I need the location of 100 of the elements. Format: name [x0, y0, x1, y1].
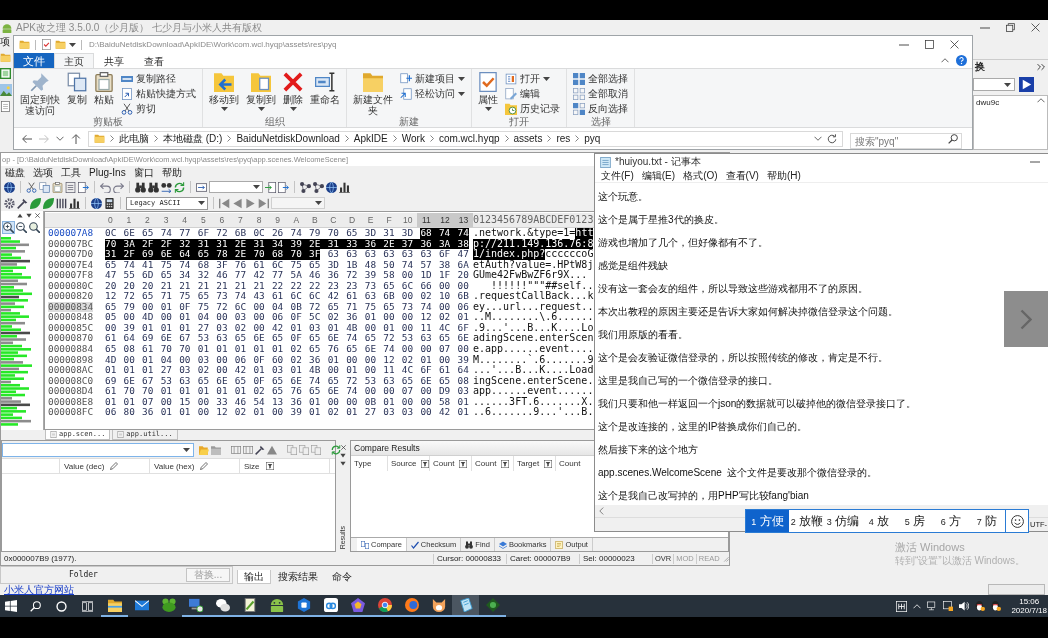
ribbon-button[interactable]: 打开 [503, 72, 562, 86]
first-icon[interactable] [219, 197, 230, 209]
ribbon-button[interactable]: 属性 [476, 71, 500, 112]
search-field[interactable]: 搜索"pyq" [850, 133, 962, 149]
export-icon[interactable] [278, 181, 289, 193]
copy-icon[interactable] [39, 181, 50, 193]
ribbon-tab[interactable]: 共享 [94, 53, 134, 68]
chevron-right-icon[interactable] [392, 135, 397, 142]
filter-icon[interactable] [459, 459, 468, 468]
restore-icon[interactable] [1006, 23, 1015, 32]
ribbon-button[interactable]: 新建文件夹 [351, 71, 395, 117]
clipboard-icon[interactable] [52, 181, 63, 193]
ribbon-button[interactable]: 复制到 [244, 71, 278, 112]
taskbar-button[interactable] [317, 595, 344, 617]
chevron-right-icon[interactable] [154, 135, 158, 142]
ribbon-button[interactable]: 轻松访问 [398, 87, 467, 101]
ribbon-button[interactable]: 编辑 [503, 87, 562, 101]
taskbar-button[interactable] [236, 595, 263, 617]
combo-field[interactable] [209, 181, 263, 193]
back-arrow-icon[interactable] [22, 133, 32, 144]
scissors-icon[interactable] [26, 181, 37, 193]
zoom-out-icon[interactable] [16, 221, 27, 233]
address-bar[interactable]: 此电脑 本地磁盘 (D:) BaiduNetdiskDownload ApkIDE Work com.wcl.hyqp assets res pyq [88, 130, 843, 147]
calculator-icon[interactable] [104, 197, 115, 209]
combo-field[interactable] [973, 78, 1015, 91]
goto-icon[interactable] [196, 181, 207, 193]
candidate-button[interactable]: 4 放 [861, 510, 897, 532]
breadcrumb-item[interactable]: res [556, 132, 571, 145]
filter-icon[interactable] [501, 459, 510, 468]
breadcrumb-item[interactable]: BaiduNetdiskDownload [236, 132, 340, 145]
ribbon-button[interactable]: 粘贴快捷方式 [119, 87, 198, 101]
ribbon-tab[interactable]: 主页 [54, 53, 94, 68]
combo-field[interactable] [271, 197, 325, 209]
panel-tab[interactable]: 搜索结果 [271, 570, 325, 584]
menu-item[interactable]: 帮助(H) [763, 170, 804, 182]
text-area[interactable]: dwu9c [973, 95, 1048, 150]
menu-item[interactable]: 查看(V) [722, 170, 762, 182]
breadcrumb-item[interactable]: Work [401, 132, 425, 145]
clipboard-icon[interactable] [65, 181, 76, 193]
chevron-right-icon[interactable] [429, 135, 434, 142]
go-button-icon[interactable] [1019, 77, 1034, 92]
close-icon[interactable] [1031, 23, 1040, 32]
ribbon-button[interactable]: 新建项目 [398, 72, 467, 86]
next-icon[interactable] [245, 197, 256, 209]
pencil-icon[interactable] [110, 462, 119, 470]
chevron-right-icon[interactable] [344, 135, 349, 142]
menu-item[interactable]: 选项 [29, 166, 57, 179]
caret-icon[interactable] [69, 42, 76, 47]
checklist-icon[interactable] [41, 39, 52, 50]
candidate-button[interactable]: 7 防 [969, 510, 1005, 532]
ribbon-button[interactable]: 全部选择 [571, 72, 630, 86]
breadcrumb-item[interactable]: ApkIDE [353, 132, 388, 145]
zoom-in-icon[interactable] [3, 221, 14, 233]
filter-icon[interactable] [544, 459, 553, 468]
ribbon-button[interactable]: 反向选择 [571, 102, 630, 116]
breadcrumb-item[interactable]: 此电脑 [119, 132, 149, 145]
ring-icon[interactable] [55, 600, 67, 612]
taskbar-button[interactable] [371, 595, 398, 617]
chevron-down-icon[interactable] [56, 136, 64, 141]
taskbar-button[interactable] [479, 595, 506, 617]
menu-item[interactable]: 窗口 [129, 166, 158, 179]
menu-item[interactable]: 编辑(E) [638, 170, 679, 182]
smiley-icon[interactable] [1010, 514, 1024, 528]
replace-icon[interactable] [161, 181, 172, 193]
candidate-button[interactable]: 3 仿编 [825, 510, 861, 532]
search-icon[interactable] [948, 133, 958, 144]
up-arrow-icon[interactable] [71, 133, 81, 144]
bar-chart-icon[interactable] [339, 181, 350, 193]
taskbar-button[interactable] [398, 595, 425, 617]
chevron-right-icon[interactable] [575, 135, 580, 142]
ribbon-button[interactable]: 全部取消 [571, 87, 630, 101]
taskbar-button[interactable] [452, 595, 479, 617]
task-view-icon[interactable] [82, 600, 93, 612]
close-icon[interactable] [340, 445, 346, 450]
menu-item[interactable]: 帮助 [157, 166, 186, 179]
chevron-right-icon[interactable] [110, 135, 114, 142]
panel-tab[interactable]: 输出 [237, 570, 271, 584]
binoculars-icon[interactable] [135, 181, 146, 193]
help-icon[interactable] [956, 55, 967, 66]
candidate-button[interactable]: 5 房 [897, 510, 933, 532]
taskbar-button[interactable] [290, 595, 317, 617]
resize-grip-icon[interactable] [721, 555, 729, 562]
image-icon[interactable] [0, 84, 12, 96]
redo-icon[interactable] [113, 181, 124, 193]
ribbon-button[interactable]: 删除 [281, 71, 305, 112]
breadcrumb-item[interactable]: 本地磁盘 (D:) [163, 132, 223, 145]
filter-icon[interactable] [265, 462, 274, 470]
maximize-icon[interactable] [925, 40, 934, 49]
network-icon[interactable] [927, 601, 938, 611]
chevron-up-icon[interactable] [941, 58, 949, 63]
breadcrumb-item[interactable]: pyq [584, 132, 601, 145]
taskbar-button[interactable] [344, 595, 371, 617]
keyboard-icon[interactable] [896, 600, 908, 612]
filter-icon[interactable] [421, 459, 430, 468]
wrench-icon[interactable] [17, 197, 28, 209]
ribbon-button[interactable]: 复制 [65, 71, 89, 106]
globe-icon[interactable] [91, 197, 102, 209]
chevron-right-icon[interactable] [227, 135, 232, 142]
volume-icon[interactable] [959, 601, 970, 611]
file-tab[interactable]: 文件 [14, 53, 54, 68]
